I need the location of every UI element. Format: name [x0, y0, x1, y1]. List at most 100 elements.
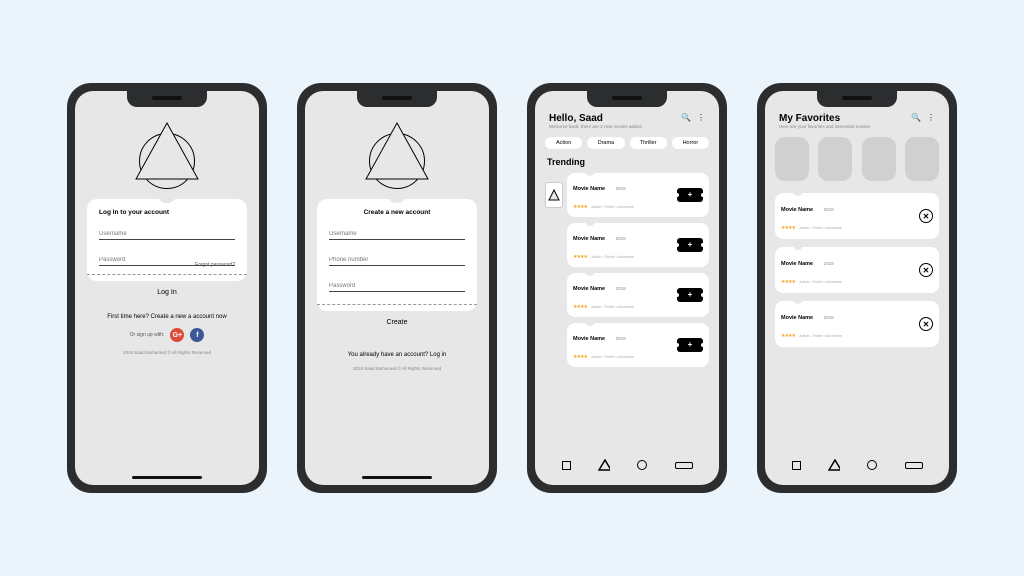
search-icon[interactable]: 🔍	[681, 113, 691, 122]
screen-login: Log In to your account Forgot password? …	[75, 91, 259, 485]
favorite-card[interactable]: Movie Name 2019 ★★★★ Action • Thriller •…	[775, 193, 939, 239]
favorites-subtitle: Here are your favorites and interested m…	[779, 124, 870, 129]
movie-row: Movie Name 2019 ★★★★ Action • Thriller •…	[545, 223, 709, 267]
stars-icon: ★★★★	[573, 354, 587, 360]
google-icon[interactable]: G+	[170, 328, 184, 342]
movie-card[interactable]: Movie Name 2019 ★★★★ Action • Thriller •…	[567, 273, 709, 317]
movie-name: Movie Name	[573, 186, 605, 192]
plus-icon: +	[688, 241, 693, 249]
add-ticket-button[interactable]: +	[677, 338, 703, 352]
password-field[interactable]	[329, 280, 465, 292]
movie-year: 2019	[824, 207, 834, 212]
fav-thumb[interactable]	[862, 137, 896, 181]
movie-card[interactable]: Movie Name 2019 ★★★★ Action • Thriller •…	[567, 323, 709, 367]
plus-icon: +	[688, 341, 693, 349]
movie-meta: Action • Thriller • Adventure	[799, 226, 841, 230]
movie-year: 2019	[616, 286, 626, 291]
login-title: Log In to your account	[99, 209, 235, 216]
movie-name: Movie Name	[781, 261, 813, 267]
movie-name: Movie Name	[573, 286, 605, 292]
remove-button[interactable]: ✕	[919, 209, 933, 223]
facebook-icon[interactable]: f	[190, 328, 204, 342]
movie-meta: Action • Thriller • Adventure	[799, 334, 841, 338]
phone-favorites: My Favorites Here are your favorites and…	[757, 83, 957, 493]
nav-triangle-icon[interactable]	[598, 459, 610, 471]
nav-circle-icon[interactable]	[636, 459, 648, 471]
more-icon[interactable]: ⋮	[927, 113, 935, 122]
remove-button[interactable]: ✕	[919, 263, 933, 277]
login-prompt[interactable]: You already have an account? Log in	[315, 352, 479, 358]
app-logo	[352, 121, 442, 191]
home-indicator	[362, 476, 432, 479]
add-ticket-button[interactable]: +	[677, 288, 703, 302]
phone-home: Hello, Saad Welcome back, there are 2 ne…	[527, 83, 727, 493]
screen-signup: Create a new account Create You already …	[305, 91, 489, 485]
more-icon[interactable]: ⋮	[697, 113, 705, 122]
plus-icon: +	[688, 291, 693, 299]
movie-row: Movie Name 2019 ★★★★ Action • Thriller •…	[545, 173, 709, 217]
movie-card[interactable]: Movie Name 2019 ★★★★ Action • Thriller •…	[567, 223, 709, 267]
stars-icon: ★★★★	[573, 204, 587, 210]
movie-meta: Action • Thriller • Adventure	[591, 205, 633, 209]
movie-name: Movie Name	[573, 236, 605, 242]
phone-field[interactable]	[329, 254, 465, 266]
create-button[interactable]: Create	[313, 311, 481, 334]
nav-triangle-icon[interactable]	[828, 459, 840, 471]
notch	[127, 91, 207, 107]
nav-square-icon[interactable]	[560, 459, 572, 471]
login-card: Log In to your account Forgot password?	[87, 199, 247, 281]
movie-row: Movie Name 2019 ★★★★ Action • Thriller •…	[545, 323, 709, 367]
screen-favorites: My Favorites Here are your favorites and…	[765, 91, 949, 485]
favorites-title: My Favorites	[779, 113, 870, 124]
movie-name: Movie Name	[781, 315, 813, 321]
chip-action[interactable]: Action	[545, 137, 582, 149]
movie-year: 2019	[616, 186, 626, 191]
greeting-subtitle: Welcome back, there are 2 new movies add…	[549, 124, 641, 129]
screen-home: Hello, Saad Welcome back, there are 2 ne…	[535, 91, 719, 485]
bottom-nav	[535, 459, 719, 471]
movie-meta: Action • Thriller • Adventure	[799, 280, 841, 284]
nav-rect-icon[interactable]	[904, 459, 924, 471]
search-icon[interactable]: 🔍	[911, 113, 921, 122]
nav-square-icon[interactable]	[790, 459, 802, 471]
forgot-password-link[interactable]: Forgot password?	[195, 262, 235, 268]
favorite-card[interactable]: Movie Name 2019 ★★★★ Action • Thriller •…	[775, 247, 939, 293]
nav-rect-icon[interactable]	[674, 459, 694, 471]
fav-thumb[interactable]	[818, 137, 852, 181]
plus-icon: +	[688, 191, 693, 199]
movie-card[interactable]: Movie Name 2019 ★★★★ Action • Thriller •…	[567, 173, 709, 217]
stars-icon: ★★★★	[573, 254, 587, 260]
app-logo	[122, 121, 212, 191]
movie-year: 2019	[616, 236, 626, 241]
username-field[interactable]	[99, 228, 235, 240]
chip-thriller[interactable]: Thriller	[630, 137, 667, 149]
phone-signup: Create a new account Create You already …	[297, 83, 497, 493]
fav-thumb[interactable]	[775, 137, 809, 181]
username-field[interactable]	[329, 228, 465, 240]
fav-thumb[interactable]	[905, 137, 939, 181]
favorite-card[interactable]: Movie Name 2019 ★★★★ Action • Thriller •…	[775, 301, 939, 347]
movie-name: Movie Name	[573, 336, 605, 342]
remove-button[interactable]: ✕	[919, 317, 933, 331]
stars-icon: ★★★★	[781, 279, 795, 285]
chip-horror[interactable]: Horror	[672, 137, 709, 149]
chip-drama[interactable]: Drama	[587, 137, 624, 149]
nav-circle-icon[interactable]	[866, 459, 878, 471]
phone-login: Log In to your account Forgot password? …	[67, 83, 267, 493]
close-icon: ✕	[923, 266, 930, 275]
signup-prompt[interactable]: First time here? Create a new a account …	[85, 314, 249, 320]
copyright: 2019 Saad Muhamed © All Rights Reserved	[315, 366, 479, 371]
add-ticket-button[interactable]: +	[677, 238, 703, 252]
bottom-nav	[765, 459, 949, 471]
social-signup-row: Or sign up with: G+ f	[85, 328, 249, 342]
or-signup-label: Or sign up with:	[130, 332, 165, 338]
movie-year: 2019	[824, 261, 834, 266]
add-ticket-button[interactable]: +	[677, 188, 703, 202]
movie-year: 2019	[824, 315, 834, 320]
login-button[interactable]: Log In	[83, 281, 251, 304]
movie-meta: Action • Thriller • Adventure	[591, 355, 633, 359]
movie-thumb[interactable]	[545, 182, 563, 208]
genre-chips: Action Drama Thriller Horror	[545, 137, 709, 149]
notch	[587, 91, 667, 107]
close-icon: ✕	[923, 320, 930, 329]
